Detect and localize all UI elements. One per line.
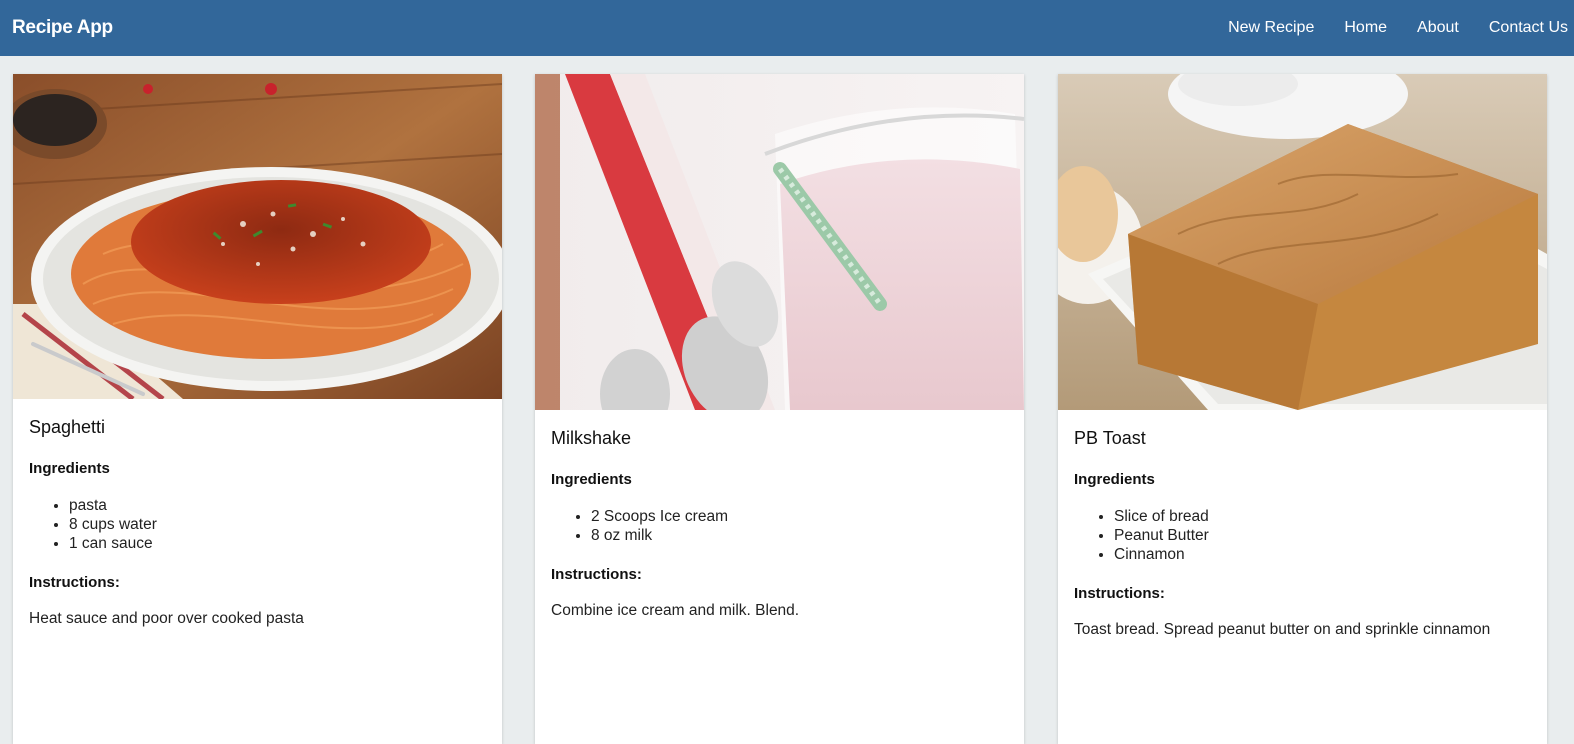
recipe-title: Milkshake: [551, 428, 632, 448]
nav-new-recipe[interactable]: New Recipe: [1228, 19, 1314, 37]
ingredients-heading: Ingredients: [551, 471, 632, 488]
ingredient-item: Slice of bread: [1114, 507, 1531, 526]
recipe-card-body: Spaghetti Ingredients pasta 8 cups water…: [13, 399, 502, 628]
milkshake-photo: [535, 74, 1024, 410]
instructions-heading: Instructions:: [29, 574, 120, 591]
brand-title[interactable]: Recipe App: [12, 17, 113, 39]
nav-home[interactable]: Home: [1344, 19, 1387, 37]
instructions-text: Toast bread. Spread peanut butter on and…: [1074, 621, 1491, 638]
ingredient-item: Cinnamon: [1114, 545, 1531, 564]
nav-contact-us[interactable]: Contact Us: [1489, 19, 1568, 37]
ingredient-item: 8 cups water: [69, 515, 486, 534]
nav-links: New Recipe Home About Contact Us: [1198, 19, 1568, 37]
ingredients-heading: Ingredients: [1074, 471, 1155, 488]
instructions-text: Heat sauce and poor over cooked pasta: [29, 610, 304, 627]
recipe-card-body: PB Toast Ingredients Slice of bread Pean…: [1058, 410, 1547, 639]
ingredient-item: 2 Scoops Ice cream: [591, 507, 1008, 526]
ingredient-item: Peanut Butter: [1114, 526, 1531, 545]
ingredient-item: 1 can sauce: [69, 534, 486, 553]
ingredients-heading: Ingredients: [29, 460, 110, 477]
recipe-card-pb-toast: PB Toast Ingredients Slice of bread Pean…: [1058, 74, 1547, 744]
recipe-card-milkshake: Milkshake Ingredients 2 Scoops Ice cream…: [535, 74, 1024, 744]
pb-toast-photo: [1058, 74, 1547, 410]
recipe-title: PB Toast: [1074, 428, 1146, 448]
spaghetti-photo: [13, 74, 502, 399]
recipe-card-body: Milkshake Ingredients 2 Scoops Ice cream…: [535, 410, 1024, 620]
instructions-heading: Instructions:: [1074, 585, 1165, 602]
recipe-title: Spaghetti: [29, 417, 106, 437]
ingredients-list: pasta 8 cups water 1 can sauce: [29, 496, 486, 553]
recipe-card-spaghetti: Spaghetti Ingredients pasta 8 cups water…: [13, 74, 502, 744]
ingredient-item: 8 oz milk: [591, 526, 1008, 545]
instructions-heading: Instructions:: [551, 566, 642, 583]
ingredient-item: pasta: [69, 496, 486, 515]
ingredients-list: 2 Scoops Ice cream 8 oz milk: [551, 507, 1008, 545]
nav-about[interactable]: About: [1417, 19, 1459, 37]
ingredients-list: Slice of bread Peanut Butter Cinnamon: [1074, 507, 1531, 564]
instructions-text: Combine ice cream and milk. Blend.: [551, 602, 800, 619]
navbar: Recipe App New Recipe Home About Contact…: [0, 0, 1574, 56]
